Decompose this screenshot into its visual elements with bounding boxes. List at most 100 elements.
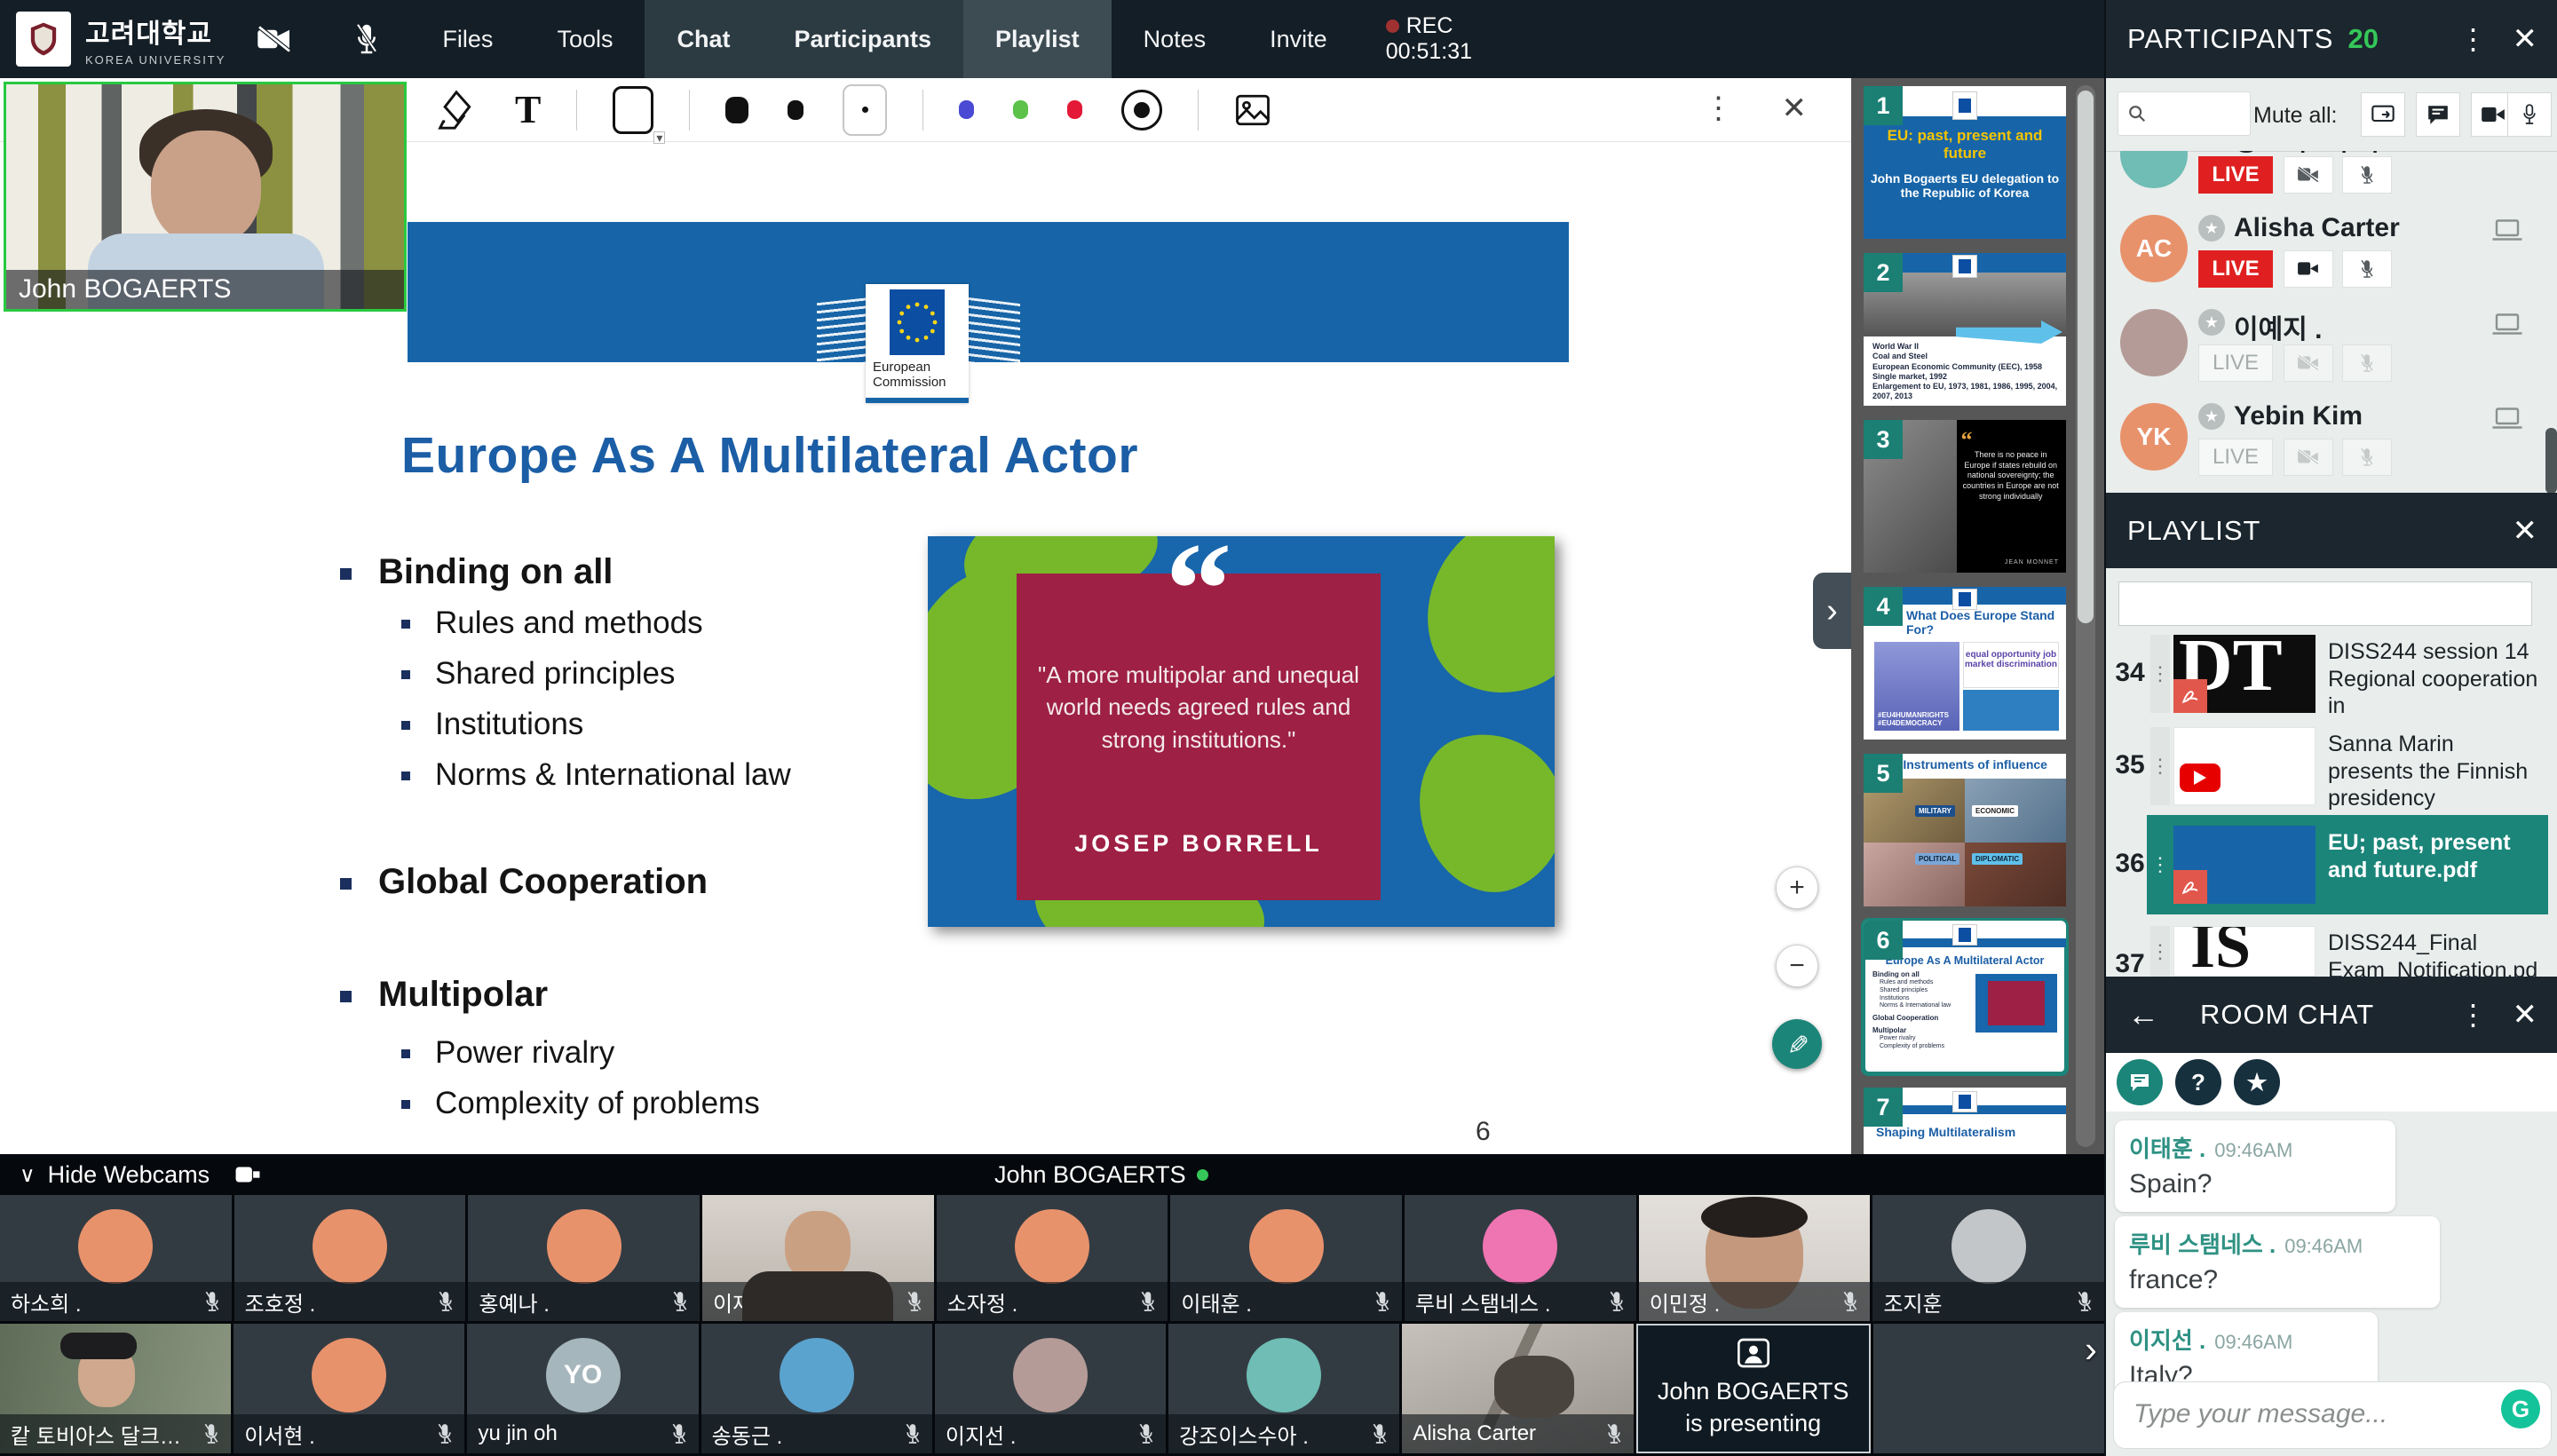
webcam-tile[interactable]: 이지선 . bbox=[935, 1324, 1166, 1453]
star-icon[interactable]: ★ bbox=[2198, 403, 2225, 430]
color-black-selected[interactable] bbox=[1121, 90, 1162, 131]
tab-chat[interactable]: Chat bbox=[645, 0, 762, 78]
star-icon[interactable]: ★ bbox=[2198, 309, 2225, 336]
participants-menu-icon[interactable]: ⋮ bbox=[2459, 22, 2488, 56]
camera-on-button[interactable] bbox=[2284, 250, 2333, 288]
chat-help-button[interactable]: ? bbox=[2175, 1059, 2221, 1105]
playlist-item-number: 37 bbox=[2113, 949, 2147, 977]
camera-off-button[interactable] bbox=[2284, 439, 2333, 476]
playlist-item[interactable]: 37 ⋮ IS DISS244_Final Exam_Notification.… bbox=[2106, 926, 2557, 977]
avatar bbox=[313, 1209, 387, 1284]
mute-all-screenshare-button[interactable] bbox=[2361, 92, 2405, 137]
whiteboard-close-icon[interactable]: ✕ bbox=[1782, 91, 1808, 126]
slide-thumb-6-current[interactable]: 6 Europe As A Multilateral Actor Binding… bbox=[1864, 921, 2066, 1073]
playlist-close-icon[interactable]: ✕ bbox=[2513, 513, 2538, 549]
tab-playlist[interactable]: Playlist bbox=[963, 0, 1112, 78]
zoom-in-button[interactable]: + bbox=[1776, 866, 1818, 909]
stroke-medium-option[interactable] bbox=[788, 100, 804, 120]
participant-row[interactable]: 강조이스수아 . LIVE bbox=[2106, 151, 2557, 204]
hide-webcams-toggle[interactable]: Hide Webcams bbox=[48, 1161, 210, 1189]
color-red-option[interactable] bbox=[1067, 100, 1082, 119]
presenter-video[interactable]: John BOGAERTS bbox=[4, 82, 407, 312]
slide-thumb-5[interactable]: 5 EU Instruments of influence MILITARY E… bbox=[1864, 754, 2066, 906]
webcam-tile[interactable]: 조호정 . bbox=[234, 1195, 466, 1321]
webcam-scroll-next-icon[interactable]: › bbox=[2085, 1328, 2097, 1371]
webcam-tile[interactable]: 강조이스수아 . bbox=[1168, 1324, 1399, 1453]
chat-favorites-button[interactable]: ★ bbox=[2234, 1059, 2280, 1105]
webcam-tile[interactable]: 이태훈 . bbox=[1170, 1195, 1402, 1321]
camera-off-icon[interactable] bbox=[256, 24, 293, 54]
tab-participants[interactable]: Participants bbox=[762, 0, 963, 78]
participant-search-input[interactable] bbox=[2118, 91, 2251, 136]
webcam-tile[interactable]: 송동근 . bbox=[701, 1324, 932, 1453]
insert-image-icon[interactable] bbox=[1234, 91, 1271, 129]
grammarly-icon[interactable]: G bbox=[2501, 1389, 2540, 1428]
webcam-tile[interactable]: 하소희 . bbox=[0, 1195, 232, 1321]
back-arrow-icon[interactable]: ← bbox=[2127, 996, 2159, 1033]
thumb-bullet: Complexity of problems bbox=[1872, 1043, 1970, 1051]
playlist-item-menu-icon[interactable]: ⋮ bbox=[2150, 826, 2170, 904]
panel-expand-chevron[interactable]: › bbox=[1813, 573, 1851, 649]
participants-scrollbar[interactable] bbox=[2545, 428, 2557, 493]
tab-invite[interactable]: Invite bbox=[1238, 0, 1359, 78]
mic-off-button[interactable] bbox=[2342, 250, 2392, 288]
webcam-tile-video[interactable]: 이민정 . bbox=[1639, 1195, 1871, 1321]
mute-all-mic-button[interactable] bbox=[2507, 92, 2552, 137]
mic-off-icon[interactable] bbox=[353, 21, 380, 57]
participant-name: yu jin oh bbox=[478, 1421, 557, 1446]
participants-close-icon[interactable]: ✕ bbox=[2513, 21, 2538, 57]
webcam-tile[interactable]: 홍예나 . bbox=[468, 1195, 700, 1321]
shape-dropdown-icon[interactable]: ▾ bbox=[653, 131, 665, 144]
webcam-tile-video[interactable]: 이재승 . bbox=[702, 1195, 934, 1321]
playlist-item[interactable]: 34 ⋮ DT DISS244 session 14 Regional coop… bbox=[2106, 635, 2557, 713]
tab-files[interactable]: Files bbox=[410, 0, 525, 78]
webcam-tile[interactable]: 소자정 . bbox=[937, 1195, 1168, 1321]
chat-close-icon[interactable]: ✕ bbox=[2513, 997, 2538, 1033]
mute-all-chat-button[interactable] bbox=[2416, 92, 2460, 137]
webcam-tile[interactable]: 조지훈 bbox=[1872, 1195, 2104, 1321]
playlist-item[interactable]: 35 ⋮ Sanna Marin presents the Finnish pr… bbox=[2106, 727, 2557, 805]
eraser-tool-icon[interactable] bbox=[437, 89, 476, 131]
playlist-item-selected[interactable]: 36 ⋮ EU; past, present and future.pdf bbox=[2106, 815, 2557, 914]
chat-message-input[interactable] bbox=[2132, 1398, 2473, 1430]
participant-row[interactable]: AC ★ Alisha Carter LIVE bbox=[2106, 204, 2557, 298]
shape-tool[interactable]: ▾ bbox=[613, 86, 653, 134]
text-tool[interactable]: T bbox=[515, 87, 541, 132]
webcam-tile[interactable]: 이서현 . bbox=[234, 1324, 464, 1453]
playlist-item-menu-icon[interactable]: ⋮ bbox=[2150, 635, 2170, 713]
mic-off-button[interactable] bbox=[2342, 156, 2392, 194]
tab-tools[interactable]: Tools bbox=[525, 0, 645, 78]
webcam-tile[interactable]: YO yu jin oh bbox=[467, 1324, 698, 1453]
collapse-chevron-icon[interactable]: ∨ bbox=[20, 1162, 36, 1188]
participant-row[interactable]: ★ 이예지 . LIVE bbox=[2106, 298, 2557, 392]
chat-menu-icon[interactable]: ⋮ bbox=[2459, 998, 2488, 1032]
camera-off-button[interactable] bbox=[2284, 156, 2333, 194]
draw-pencil-button[interactable]: ✎ bbox=[1772, 1019, 1822, 1069]
zoom-out-button[interactable]: − bbox=[1776, 945, 1818, 987]
slide-thumb-1[interactable]: 1 EU: past, present and future John Boga… bbox=[1864, 86, 2066, 239]
playlist-item-menu-icon[interactable]: ⋮ bbox=[2150, 926, 2170, 977]
chat-input-container: G bbox=[2113, 1381, 2552, 1449]
tab-notes[interactable]: Notes bbox=[1112, 0, 1239, 78]
slide-thumb-2[interactable]: 2 World War II Coal and Steel European E… bbox=[1864, 253, 2066, 406]
webcam-tile-video[interactable]: 캍 토비아스 달크비스... bbox=[0, 1324, 231, 1453]
camera-off-button[interactable] bbox=[2284, 344, 2333, 382]
color-green-option[interactable] bbox=[1013, 100, 1028, 119]
slide-thumb-7[interactable]: 7 Shaping Multilateralism bbox=[1864, 1088, 2066, 1154]
whiteboard-more-icon[interactable]: ⋮ bbox=[1704, 93, 1734, 123]
participant-row[interactable]: YK ★ Yebin Kim LIVE bbox=[2106, 392, 2557, 487]
slide-thumb-4[interactable]: 4 What Does Europe Stand For? #EU4HUMANR… bbox=[1864, 587, 2066, 740]
mic-off-button[interactable] bbox=[2342, 344, 2392, 382]
stroke-size-selected[interactable] bbox=[843, 84, 887, 136]
color-blue-option[interactable] bbox=[959, 100, 974, 119]
webcam-tile[interactable]: 루비 스탬네스 . bbox=[1405, 1195, 1636, 1321]
playlist-search-input[interactable] bbox=[2118, 582, 2532, 626]
webcam-tile-video[interactable]: Alisha Carter bbox=[1402, 1324, 1633, 1453]
stroke-thick-option[interactable] bbox=[725, 97, 748, 123]
slide-thumb-3[interactable]: 3 “ There is no peace in Europe if state… bbox=[1864, 420, 2066, 573]
playlist-item-menu-icon[interactable]: ⋮ bbox=[2150, 727, 2170, 805]
mic-off-button[interactable] bbox=[2342, 439, 2392, 476]
star-icon[interactable]: ★ bbox=[2198, 215, 2225, 241]
thumbnail-scrollbar[interactable] bbox=[2076, 85, 2095, 1147]
chat-notes-button[interactable] bbox=[2117, 1059, 2163, 1105]
